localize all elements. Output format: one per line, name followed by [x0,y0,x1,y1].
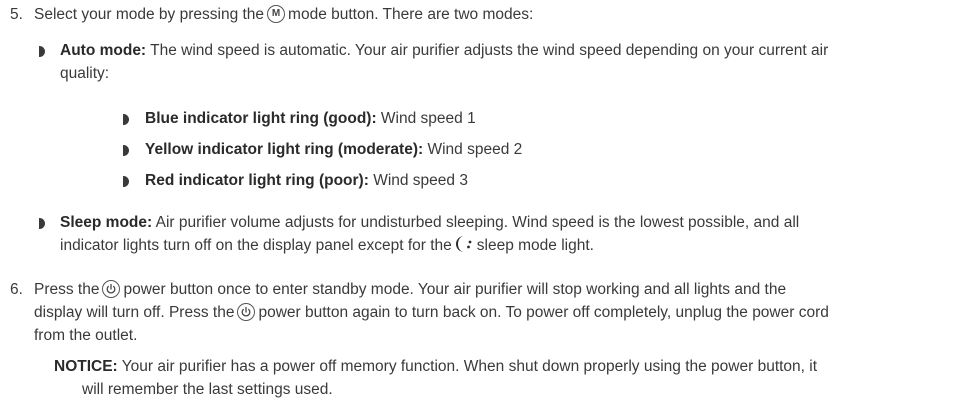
level-item-red: Red indicator light ring (poor): Wind sp… [145,172,468,189]
power-button-icon [102,280,121,298]
step-6-line-1: Press the power button once to enter stan… [34,280,787,298]
sleep-mode-item: Sleep mode: Air purifier volume adjusts … [60,214,800,231]
power-button-icon [237,303,256,321]
auto-mode-item: Auto mode: The wind speed is automatic. … [60,42,829,59]
step-number-5: 5. [10,6,23,23]
step-number-6: 6. [10,281,23,298]
auto-mode-text-cont: quality: [60,65,110,82]
bullet-icon [123,114,129,125]
step-6-line-2: display will turn off. Press the power bu… [34,303,829,321]
step-5-text: Select your mode by pressing the Mmode bu… [34,5,534,23]
notice-label: NOTICE: [54,358,118,375]
bullet-icon [39,46,45,57]
bullet-icon [123,176,129,187]
moon-icon [455,236,472,252]
level-item-yellow: Yellow indicator light ring (moderate): … [145,141,523,158]
step-6-line-3: from the outlet. [34,327,138,344]
sleep-mode-text-cont: indicator lights turn off on the display… [60,236,594,254]
notice-line-1: NOTICE: Your air purifier has a power of… [54,358,818,375]
level-item-blue: Blue indicator light ring (good): Wind s… [145,110,476,127]
bullet-icon [39,218,45,229]
bullet-icon [123,145,129,156]
mode-button-icon: M [267,5,286,23]
notice-line-2: will remember the last settings used. [82,381,333,398]
